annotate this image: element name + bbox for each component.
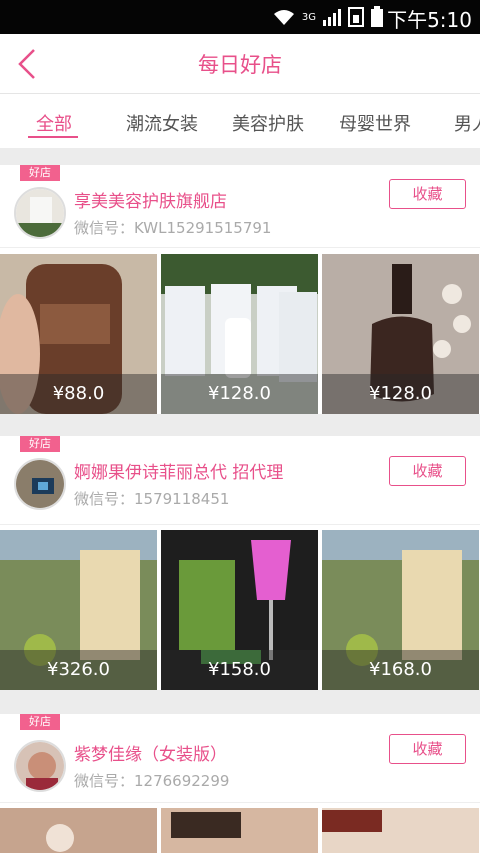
product-thumbnail[interactable]: ¥88.0 bbox=[0, 254, 157, 414]
avatar[interactable] bbox=[14, 458, 66, 510]
wechat-id: 微信号：KWL15291515791 bbox=[74, 219, 272, 237]
wechat-id: 微信号：1276692299 bbox=[74, 772, 230, 790]
clock: 下午5:10 bbox=[387, 8, 472, 32]
shop-name[interactable]: 婀娜果伊诗菲丽总代 招代理 bbox=[74, 458, 283, 483]
favorite-button[interactable]: 收藏 bbox=[389, 456, 466, 486]
product-thumbnail[interactable]: ¥128.0 bbox=[322, 254, 479, 414]
network-type: 3G bbox=[301, 11, 316, 23]
shop-card[interactable]: 好店 紫梦佳缘（女装版） 微信号：1276692299 收藏 bbox=[0, 714, 480, 853]
shop-name[interactable]: 享美美容护肤旗舰店 bbox=[74, 187, 227, 212]
battery-icon bbox=[371, 6, 383, 27]
sim-icon bbox=[348, 7, 364, 27]
tab-mother-baby[interactable]: 母婴世界 bbox=[339, 110, 411, 136]
divider bbox=[0, 247, 480, 248]
shop-card[interactable]: 好店 享美美容护肤旗舰店 微信号：KWL15291515791 收藏 ¥88.0… bbox=[0, 165, 480, 414]
page-title: 每日好店 bbox=[198, 53, 282, 77]
signal-icon bbox=[323, 9, 341, 26]
tab-fashion-women[interactable]: 潮流女装 bbox=[126, 110, 198, 136]
favorite-button[interactable]: 收藏 bbox=[389, 179, 466, 209]
tab-all[interactable]: 全部 bbox=[36, 110, 72, 136]
avatar[interactable] bbox=[14, 740, 66, 792]
active-tab-indicator bbox=[28, 136, 78, 138]
product-thumbnail[interactable]: ¥128.0 bbox=[161, 254, 318, 414]
price-label: ¥88.0 bbox=[0, 374, 157, 414]
divider bbox=[0, 524, 480, 525]
tab-men[interactable]: 男人 bbox=[454, 110, 480, 136]
price-label: ¥326.0 bbox=[0, 650, 157, 690]
product-photos: ¥326.0 ¥158.0 ¥168.0 bbox=[0, 530, 480, 690]
category-tabs: 全部 潮流女装 美容护肤 母婴世界 男人 bbox=[0, 94, 480, 148]
section-gap bbox=[0, 148, 480, 165]
product-thumbnail[interactable] bbox=[0, 808, 157, 853]
good-shop-badge: 好店 bbox=[20, 165, 60, 181]
section-gap bbox=[0, 690, 480, 714]
product-photos bbox=[0, 808, 480, 853]
price-label: ¥168.0 bbox=[322, 650, 479, 690]
price-label: ¥158.0 bbox=[161, 650, 318, 690]
product-thumbnail[interactable]: ¥168.0 bbox=[322, 530, 479, 690]
product-thumbnail[interactable] bbox=[322, 808, 479, 853]
price-label: ¥128.0 bbox=[161, 374, 318, 414]
status-bar: 3G 下午5:10 bbox=[0, 0, 480, 34]
good-shop-badge: 好店 bbox=[20, 714, 60, 730]
wechat-id: 微信号：1579118451 bbox=[74, 490, 230, 508]
good-shop-badge: 好店 bbox=[20, 436, 60, 452]
shop-name[interactable]: 紫梦佳缘（女装版） bbox=[74, 740, 227, 765]
avatar[interactable] bbox=[14, 187, 66, 239]
product-photos: ¥88.0 ¥128.0 ¥128.0 bbox=[0, 254, 480, 414]
tab-beauty-skincare[interactable]: 美容护肤 bbox=[232, 110, 304, 136]
product-thumbnail[interactable] bbox=[161, 808, 318, 853]
price-label: ¥128.0 bbox=[322, 374, 479, 414]
shop-card[interactable]: 好店 婀娜果伊诗菲丽总代 招代理 微信号：1579118451 收藏 ¥326.… bbox=[0, 436, 480, 690]
section-gap bbox=[0, 414, 480, 436]
divider bbox=[0, 802, 480, 803]
nav-bar: 每日好店 bbox=[0, 34, 480, 94]
status-icons: 3G bbox=[272, 6, 384, 28]
wifi-icon bbox=[273, 10, 294, 25]
favorite-button[interactable]: 收藏 bbox=[389, 734, 466, 764]
product-thumbnail[interactable]: ¥158.0 bbox=[161, 530, 318, 690]
product-thumbnail[interactable]: ¥326.0 bbox=[0, 530, 157, 690]
